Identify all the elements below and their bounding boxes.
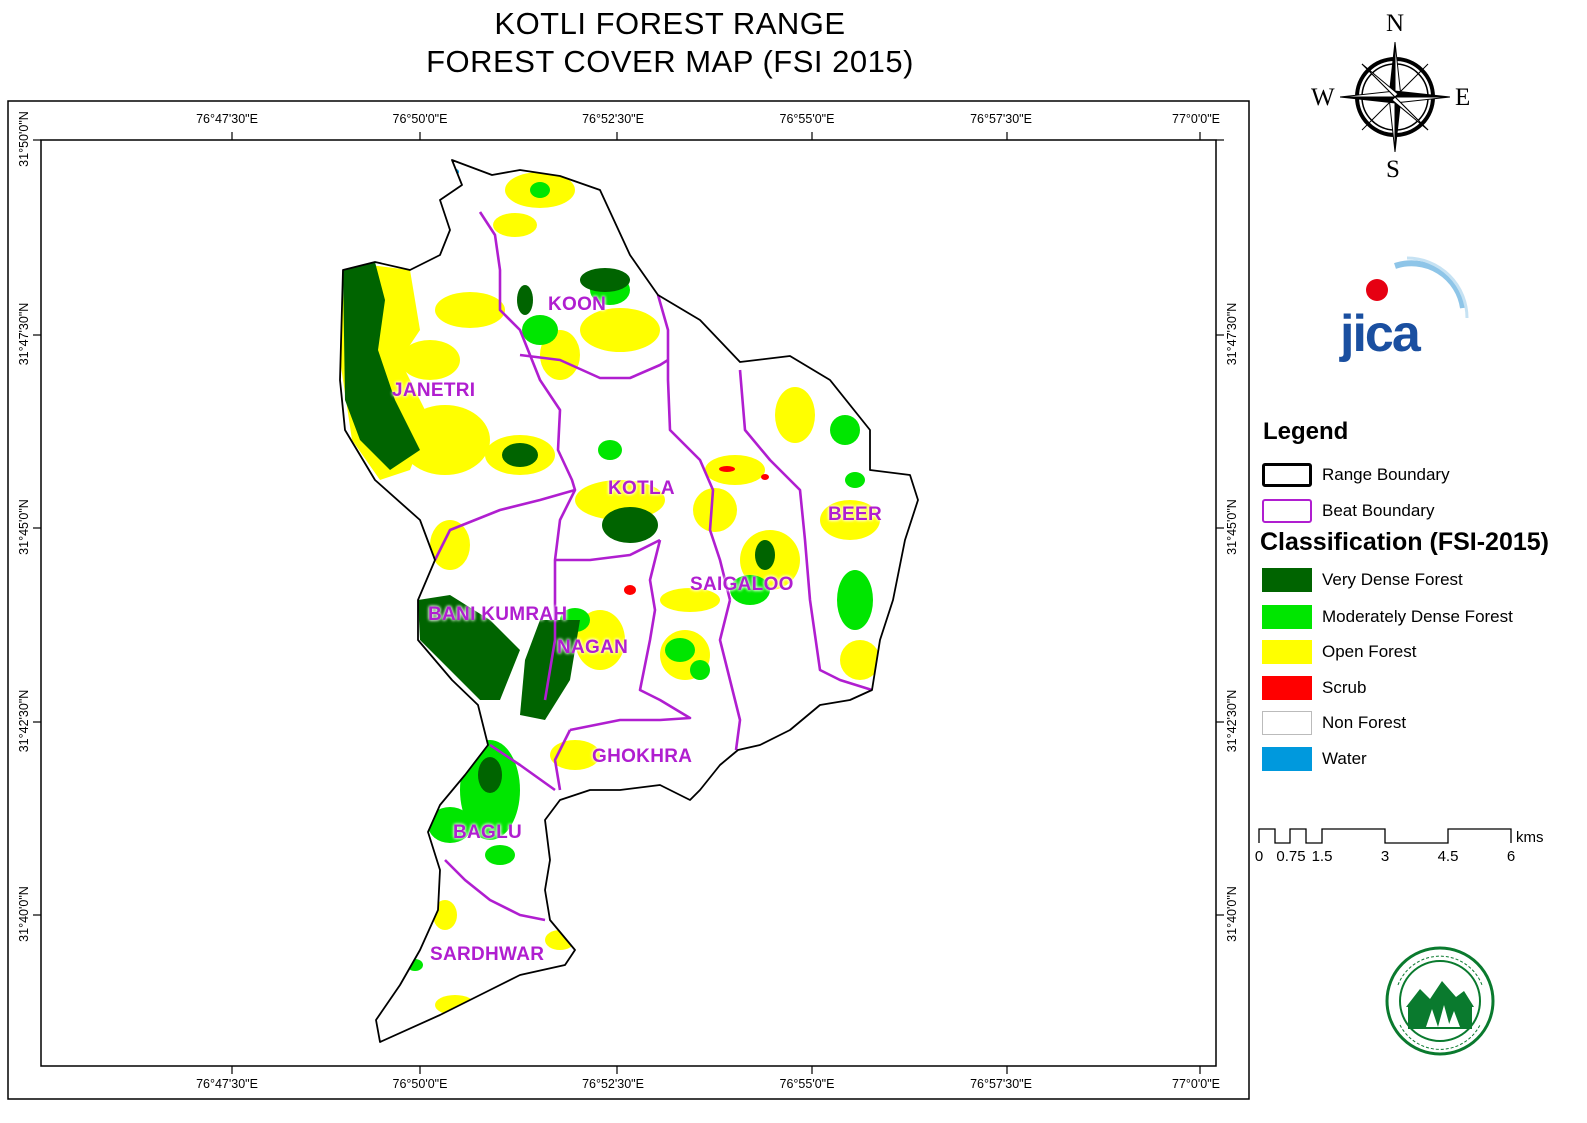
svg-text:jica: jica xyxy=(1339,305,1422,363)
lat-tick-left: 31°40'0"N xyxy=(17,886,31,942)
legend-label: Scrub xyxy=(1322,678,1367,697)
classification-title: Classification (FSI-2015) xyxy=(1260,528,1549,556)
lon-tick-top: 76°50'0"E xyxy=(392,112,448,126)
lon-tick-top: 76°55'0"E xyxy=(779,112,835,126)
compass-e-label: E xyxy=(1455,84,1471,111)
lon-tick-bottom: 77°0'0"E xyxy=(1172,1077,1220,1091)
lon-tick-top: 76°47'30"E xyxy=(196,112,258,126)
lat-tick-right: 31°47'30"N xyxy=(1225,302,1239,366)
scale-tick-label: 1.5 xyxy=(1311,848,1333,865)
lat-tick-left: 31°45'0"N xyxy=(17,499,31,555)
beat-label-nagan: NAGAN xyxy=(557,637,629,658)
legend-label: Open Forest xyxy=(1322,642,1417,661)
legend-label: Range Boundary xyxy=(1322,465,1450,484)
moderately-dense-swatch xyxy=(1262,605,1312,629)
jica-logo-icon: jica xyxy=(1339,256,1469,363)
legend-label: Very Dense Forest xyxy=(1322,570,1463,589)
lon-tick-top: 77°0'0"E xyxy=(1172,112,1220,126)
very-dense-swatch xyxy=(1262,568,1312,592)
scrub-swatch xyxy=(1262,676,1312,700)
compass-n-label: N xyxy=(1386,10,1405,37)
legend-title: Legend xyxy=(1263,418,1349,445)
map-canvas[interactable] xyxy=(0,0,1587,1123)
lat-tick-right: 31°42'30"N xyxy=(1225,689,1239,753)
beat-label-kotla: KOTLA xyxy=(608,478,675,499)
beat-label-beer: BEER xyxy=(828,504,882,525)
lat-tick-left: 31°50'0"N xyxy=(17,111,31,167)
beat-label-sardhwar: SARDHWAR xyxy=(430,944,545,965)
lon-tick-bottom: 76°47'30"E xyxy=(196,1077,258,1091)
lon-tick-bottom: 76°52'30"E xyxy=(582,1077,644,1091)
compass-s-label: S xyxy=(1386,156,1400,183)
legend-label: Moderately Dense Forest xyxy=(1322,607,1513,626)
open-forest-swatch xyxy=(1262,640,1312,664)
legend-label: Water xyxy=(1322,749,1367,768)
beat-label-saigaloo: SAIGALOO xyxy=(690,574,794,595)
lat-tick-left: 31°42'30"N xyxy=(17,689,31,753)
scale-unit: kms xyxy=(1516,829,1544,846)
lon-tick-top: 76°52'30"E xyxy=(582,112,644,126)
legend-label: Non Forest xyxy=(1322,713,1407,732)
beat-label-baglu: BAGLU xyxy=(453,822,523,843)
range-boundary-swatch xyxy=(1262,463,1312,487)
scale-tick-label: 6 xyxy=(1506,848,1516,865)
lon-tick-bottom: 76°50'0"E xyxy=(392,1077,448,1091)
lon-tick-bottom: 76°55'0"E xyxy=(779,1077,835,1091)
water-swatch xyxy=(1262,747,1312,771)
scale-tick-label: 3 xyxy=(1380,848,1390,865)
scale-bar xyxy=(1258,828,1512,844)
scale-tick-label: 4.5 xyxy=(1437,848,1459,865)
beat-boundary-swatch xyxy=(1262,499,1312,523)
beat-label-ghokhra: GHOKHRA xyxy=(592,746,693,767)
lat-tick-right: 31°45'0"N xyxy=(1225,499,1239,555)
beat-label-koon: KOON xyxy=(548,294,607,315)
lat-tick-right: 31°40'0"N xyxy=(1225,886,1239,942)
compass-rose-icon xyxy=(1340,41,1450,153)
lat-tick-left: 31°47'30"N xyxy=(17,302,31,366)
beat-label-janetri: JANETRI xyxy=(392,380,476,401)
forest-department-seal-icon xyxy=(1385,946,1495,1056)
non-forest-swatch xyxy=(1262,711,1312,735)
lon-tick-top: 76°57'30"E xyxy=(970,112,1032,126)
lon-tick-bottom: 76°57'30"E xyxy=(970,1077,1032,1091)
beat-label-bani-kumrah: BANI KUMRAH xyxy=(428,604,568,625)
legend-label: Beat Boundary xyxy=(1322,501,1435,520)
compass-w-label: W xyxy=(1311,84,1335,111)
